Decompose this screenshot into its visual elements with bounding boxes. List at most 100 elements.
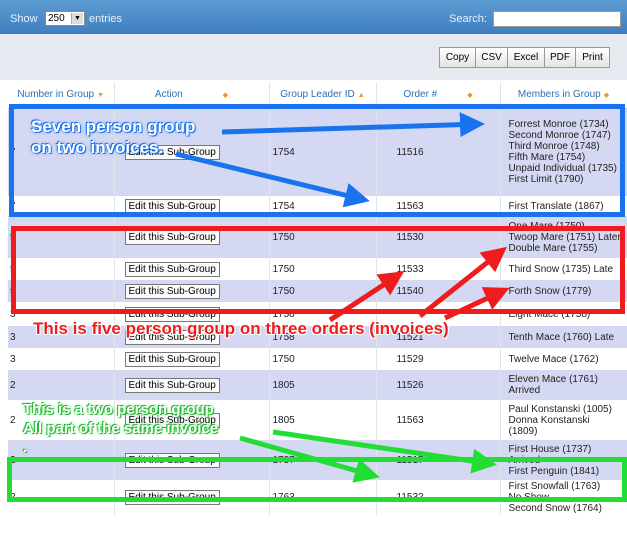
cell-members-in-group: First Translate (1867)	[500, 196, 627, 216]
cell-order-no: 11563	[376, 400, 501, 440]
edit-sub-group-button[interactable]: Edit this Sub-Group	[124, 329, 220, 345]
cell-action: Edit this Sub-Group	[114, 108, 270, 196]
cell-members-in-group: Paul Konstanski (1005) Donna Konstanski …	[500, 400, 627, 440]
cell-group-leader-id: 1758	[269, 326, 377, 348]
table-row: 2 Edit this Sub-Group 1805 11526 Eleven Mace…	[8, 370, 627, 400]
edit-sub-group-button[interactable]: Edit this Sub-Group	[124, 283, 220, 299]
cell-action: Edit this Sub-Group	[114, 280, 270, 302]
cell-members-in-group: Tenth Mace (1760) Late	[500, 326, 627, 348]
cell-action: Edit this Sub-Group	[114, 216, 270, 258]
table-controls-bar: Show 250 ▼ entries Search:	[0, 0, 627, 34]
table-row: 7 Edit this Sub-Group 1754 11516 Forrest Mon…	[8, 108, 627, 196]
pdf-button[interactable]: PDF	[544, 47, 576, 68]
cell-group-leader-id: 1763	[269, 480, 377, 515]
sort-desc-icon: ▼	[97, 92, 105, 100]
cell-members-in-group: Eleven Mace (1761) Arrived	[500, 370, 627, 400]
cell-action: Edit this Sub-Group	[114, 302, 270, 326]
edit-sub-group-button[interactable]: Edit this Sub-Group	[124, 144, 220, 160]
cell-action: Edit this Sub-Group	[114, 196, 270, 216]
cell-group-leader-id: 1805	[269, 400, 377, 440]
cell-number-in-group: 5	[8, 280, 115, 302]
cell-action: Edit this Sub-Group	[114, 258, 270, 280]
edit-sub-group-button[interactable]: Edit this Sub-Group	[124, 412, 220, 428]
cell-group-leader-id: 1750	[269, 258, 377, 280]
cell-members-in-group: First House (1737) Arrived First Penguin…	[500, 440, 627, 480]
cell-action: Edit this Sub-Group	[114, 440, 270, 480]
cell-order-no: 11532	[376, 480, 501, 515]
edit-sub-group-button[interactable]: Edit this Sub-Group	[124, 452, 220, 468]
csv-button[interactable]: CSV	[475, 47, 508, 68]
cell-number-in-group: 2	[8, 440, 115, 480]
col-header-number-in-group[interactable]: Number in Group ▼	[8, 82, 115, 109]
table-row: 5 Edit this Sub-Group 1750 11530 One Mare (1…	[8, 216, 627, 258]
edit-sub-group-button[interactable]: Edit this Sub-Group	[124, 490, 220, 505]
cell-members-in-group: Forth Snow (1779)	[500, 280, 627, 302]
cell-number-in-group: 7	[8, 108, 115, 196]
cell-members-in-group: Third Snow (1735) Late	[500, 258, 627, 280]
cell-members-in-group: One Mare (1750) Twoop Mare (1751) Later …	[500, 216, 627, 258]
excel-button[interactable]: Excel	[507, 47, 545, 68]
cell-number-in-group: 7	[8, 196, 115, 216]
sort-both-icon: ◆	[467, 92, 473, 100]
cell-group-leader-id: 1750	[269, 280, 377, 302]
show-label: Show	[10, 13, 38, 25]
sort-both-icon: ◆	[222, 92, 229, 100]
chevron-down-icon: ▼	[71, 13, 83, 24]
edit-sub-group-button[interactable]: Edit this Sub-Group	[124, 377, 220, 393]
cell-group-leader-id: 1750	[269, 216, 377, 258]
edit-sub-group-button[interactable]: Edit this Sub-Group	[124, 261, 220, 277]
cell-order-no: 11529	[376, 348, 501, 370]
cell-members-in-group: First Snowfall (1763) No Show Second Sno…	[500, 480, 627, 515]
cell-number-in-group: 3	[8, 326, 115, 348]
print-button[interactable]: Print	[575, 47, 610, 68]
cell-order-no: 11533	[376, 258, 501, 280]
cell-group-leader-id: 1758	[269, 302, 377, 326]
cell-number-in-group: 2	[8, 480, 115, 515]
col-header-action[interactable]: Action ◆	[114, 82, 270, 109]
table-row: 2 Edit this Sub-Group 1763 11532 First Snowf…	[8, 480, 627, 515]
col-header-members-in-group[interactable]: Members in Group ◆	[500, 82, 627, 109]
col-header-order-no[interactable]: Order # ◆	[376, 82, 501, 109]
groups-table: Number in Group ▼ Action ◆ Group Leader ID…	[8, 82, 627, 515]
cell-order-no: 11521	[376, 326, 501, 348]
cell-action: Edit this Sub-Group	[114, 348, 270, 370]
edit-sub-group-button[interactable]: Edit this Sub-Group	[124, 351, 220, 367]
cell-order-no	[376, 302, 501, 326]
copy-button[interactable]: Copy	[439, 47, 476, 68]
sort-asc-icon: ▲	[357, 92, 365, 100]
cell-action: Edit this Sub-Group	[114, 326, 270, 348]
cell-group-leader-id: 1750	[269, 348, 377, 370]
cell-order-no: 11563	[376, 196, 501, 216]
cell-group-leader-id: 1754	[269, 108, 377, 196]
cell-action: Edit this Sub-Group	[114, 480, 270, 515]
edit-sub-group-button[interactable]: Edit this Sub-Group	[124, 198, 220, 214]
cell-order-no: 11526	[376, 370, 501, 400]
table-row: 5 Edit this Sub-Group 1750 11540 Forth Snow …	[8, 280, 627, 302]
search-input[interactable]	[493, 11, 621, 27]
cell-action: Edit this Sub-Group	[114, 400, 270, 440]
cell-order-no: 11530	[376, 216, 501, 258]
edit-sub-group-button[interactable]: Edit this Sub-Group	[124, 306, 220, 322]
table-row: 3 Edit this Sub-Group 1758 Eight Mace (1758…	[8, 302, 627, 326]
cell-order-no: 11517	[376, 440, 501, 480]
cell-action: Edit this Sub-Group	[114, 370, 270, 400]
table-row: 3 Edit this Sub-Group 1750 11529 Twelve Mace…	[8, 348, 627, 370]
cell-order-no: 11540	[376, 280, 501, 302]
cell-order-no: 11516	[376, 108, 501, 196]
cell-group-leader-id: 1805	[269, 370, 377, 400]
cell-group-leader-id: 1754	[269, 196, 377, 216]
edit-sub-group-button[interactable]: Edit this Sub-Group	[124, 229, 220, 245]
cell-number-in-group: 2	[8, 400, 115, 440]
cell-members-in-group: Forrest Monroe (1734) Second Monroe (174…	[500, 108, 627, 196]
table-row: 5 Edit this Sub-Group 1750 11533 Third Snow …	[8, 258, 627, 280]
table-row: 2 Edit this Sub-Group 1805 11563 Paul Konsta…	[8, 400, 627, 440]
cell-number-in-group: 5	[8, 258, 115, 280]
cell-group-leader-id: 1737	[269, 440, 377, 480]
cell-number-in-group: 3	[8, 302, 115, 326]
page-size-select[interactable]: 250 ▼	[45, 11, 85, 26]
search-label: Search:	[449, 13, 487, 25]
col-header-group-leader-id[interactable]: Group Leader ID ▲	[269, 82, 377, 109]
table-row: 7 Edit this Sub-Group 1754 11563 First Trans…	[8, 196, 627, 216]
cell-number-in-group: 2	[8, 370, 115, 400]
entries-label: entries	[89, 13, 123, 25]
